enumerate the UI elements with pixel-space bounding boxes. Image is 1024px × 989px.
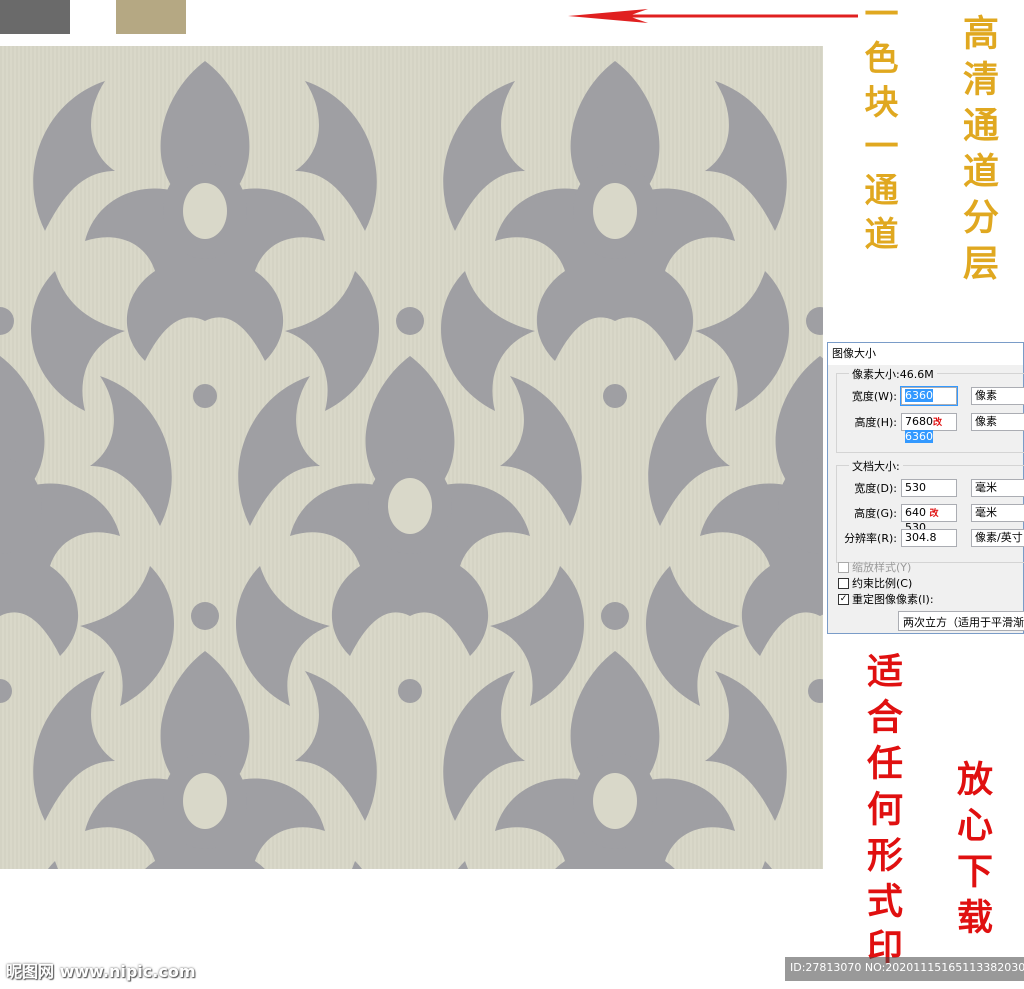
pixel-height-unit-select[interactable]: 像素⌵ [971, 413, 1024, 431]
scale-styles-checkbox[interactable]: 缩放样式(Y) [838, 559, 911, 575]
resolution-unit-select[interactable]: 像素/英寸 [971, 529, 1024, 547]
red-arrow-icon [568, 9, 858, 23]
doc-width-unit-select[interactable]: 毫米 [971, 479, 1024, 497]
doc-width-unit: 毫米 [975, 481, 997, 494]
doc-width-input[interactable]: 530 [901, 479, 957, 497]
callout-download-safely: 放心下载 [951, 760, 993, 944]
resolution-row: 分辨率(R): 304.8 像素/英寸 [837, 528, 1024, 548]
pixel-width-row: 宽度(W): 6360 像素⌵ [837, 386, 1024, 406]
pixel-height-row: 高度(H): 7680改6360 像素⌵ [837, 412, 1024, 443]
doc-height-old-value: 640 [905, 506, 926, 519]
doc-height-edit-mark: 改 [929, 509, 939, 519]
pixel-width-unit: 像素 [975, 389, 997, 402]
image-size-dialog: 图像大小 像素大小:46.6M 宽度(W): 6360 像素⌵ 高度(H): 7… [827, 342, 1024, 634]
damask-pattern-image [0, 46, 823, 869]
doc-width-label: 宽度(D): [854, 482, 897, 495]
checkmark-icon: ✓ [838, 593, 849, 605]
pixel-dimensions-group: 像素大小:46.6M 宽度(W): 6360 像素⌵ 高度(H): 7680改6… [836, 366, 1024, 453]
pixel-dimensions-heading: 像素大小:46.6M [849, 366, 937, 382]
pixel-height-edit-mark: 改 [933, 418, 943, 428]
document-size-group: 文档大小: 宽度(D): 530 毫米 高度(G): 640 改 530 毫米 … [836, 458, 1024, 563]
watermark-site: 昵图网 www.nipic.com [6, 962, 196, 981]
pixel-height-old-value: 7680 [905, 415, 933, 428]
doc-height-row: 高度(G): 640 改 530 毫米 [837, 503, 1024, 534]
callout-any-print-form: 适合任何形式印 [861, 652, 903, 974]
dialog-title: 图像大小 [828, 343, 1023, 365]
pixel-height-label: 高度(H): [854, 416, 897, 429]
constrain-proportions-checkbox[interactable]: 约束比例(C) [838, 575, 912, 591]
doc-width-row: 宽度(D): 530 毫米 [837, 478, 1024, 498]
pixel-height-new-value: 6360 [905, 430, 933, 443]
pixel-width-label: 宽度(W): [851, 390, 897, 403]
doc-height-label: 高度(G): [854, 507, 897, 520]
doc-height-unit-select[interactable]: 毫米 [971, 504, 1024, 522]
doc-height-unit: 毫米 [975, 506, 997, 519]
doc-width-value: 530 [905, 481, 926, 494]
resample-method-select[interactable]: 两次立方（适用于平滑渐变 [898, 611, 1024, 631]
doc-height-input[interactable]: 640 改 530 [901, 504, 957, 534]
document-size-heading: 文档大小: [849, 458, 903, 474]
callout-one-color-one-channel: 一色块一通道 [858, 0, 898, 260]
pixel-width-value: 6360 [905, 389, 933, 402]
watermark-id: ID:27813070 NO:20201115165113382030 [790, 961, 1024, 974]
pixel-height-unit: 像素 [975, 415, 997, 428]
color-swatch-gray [0, 0, 70, 34]
pixel-width-unit-select[interactable]: 像素⌵ [971, 387, 1024, 405]
resolution-label: 分辨率(R): [844, 532, 897, 545]
callout-hd-channel-layers: 高清通道分层 [957, 14, 999, 290]
resample-image-checkbox[interactable]: ✓ 重定图像像素(I): [838, 591, 934, 607]
resolution-input[interactable]: 304.8 [901, 529, 957, 547]
resolution-unit: 像素/英寸 [975, 531, 1023, 544]
resolution-value: 304.8 [905, 531, 937, 544]
pixel-height-input[interactable]: 7680改6360 [901, 413, 957, 443]
scale-styles-label: 缩放样式(Y) [852, 561, 912, 574]
pixel-width-input[interactable]: 6360 [900, 386, 958, 406]
color-swatch-tan [116, 0, 186, 34]
constrain-proportions-label: 约束比例(C) [852, 577, 913, 590]
resample-image-label: 重定图像像素(I): [852, 593, 934, 606]
